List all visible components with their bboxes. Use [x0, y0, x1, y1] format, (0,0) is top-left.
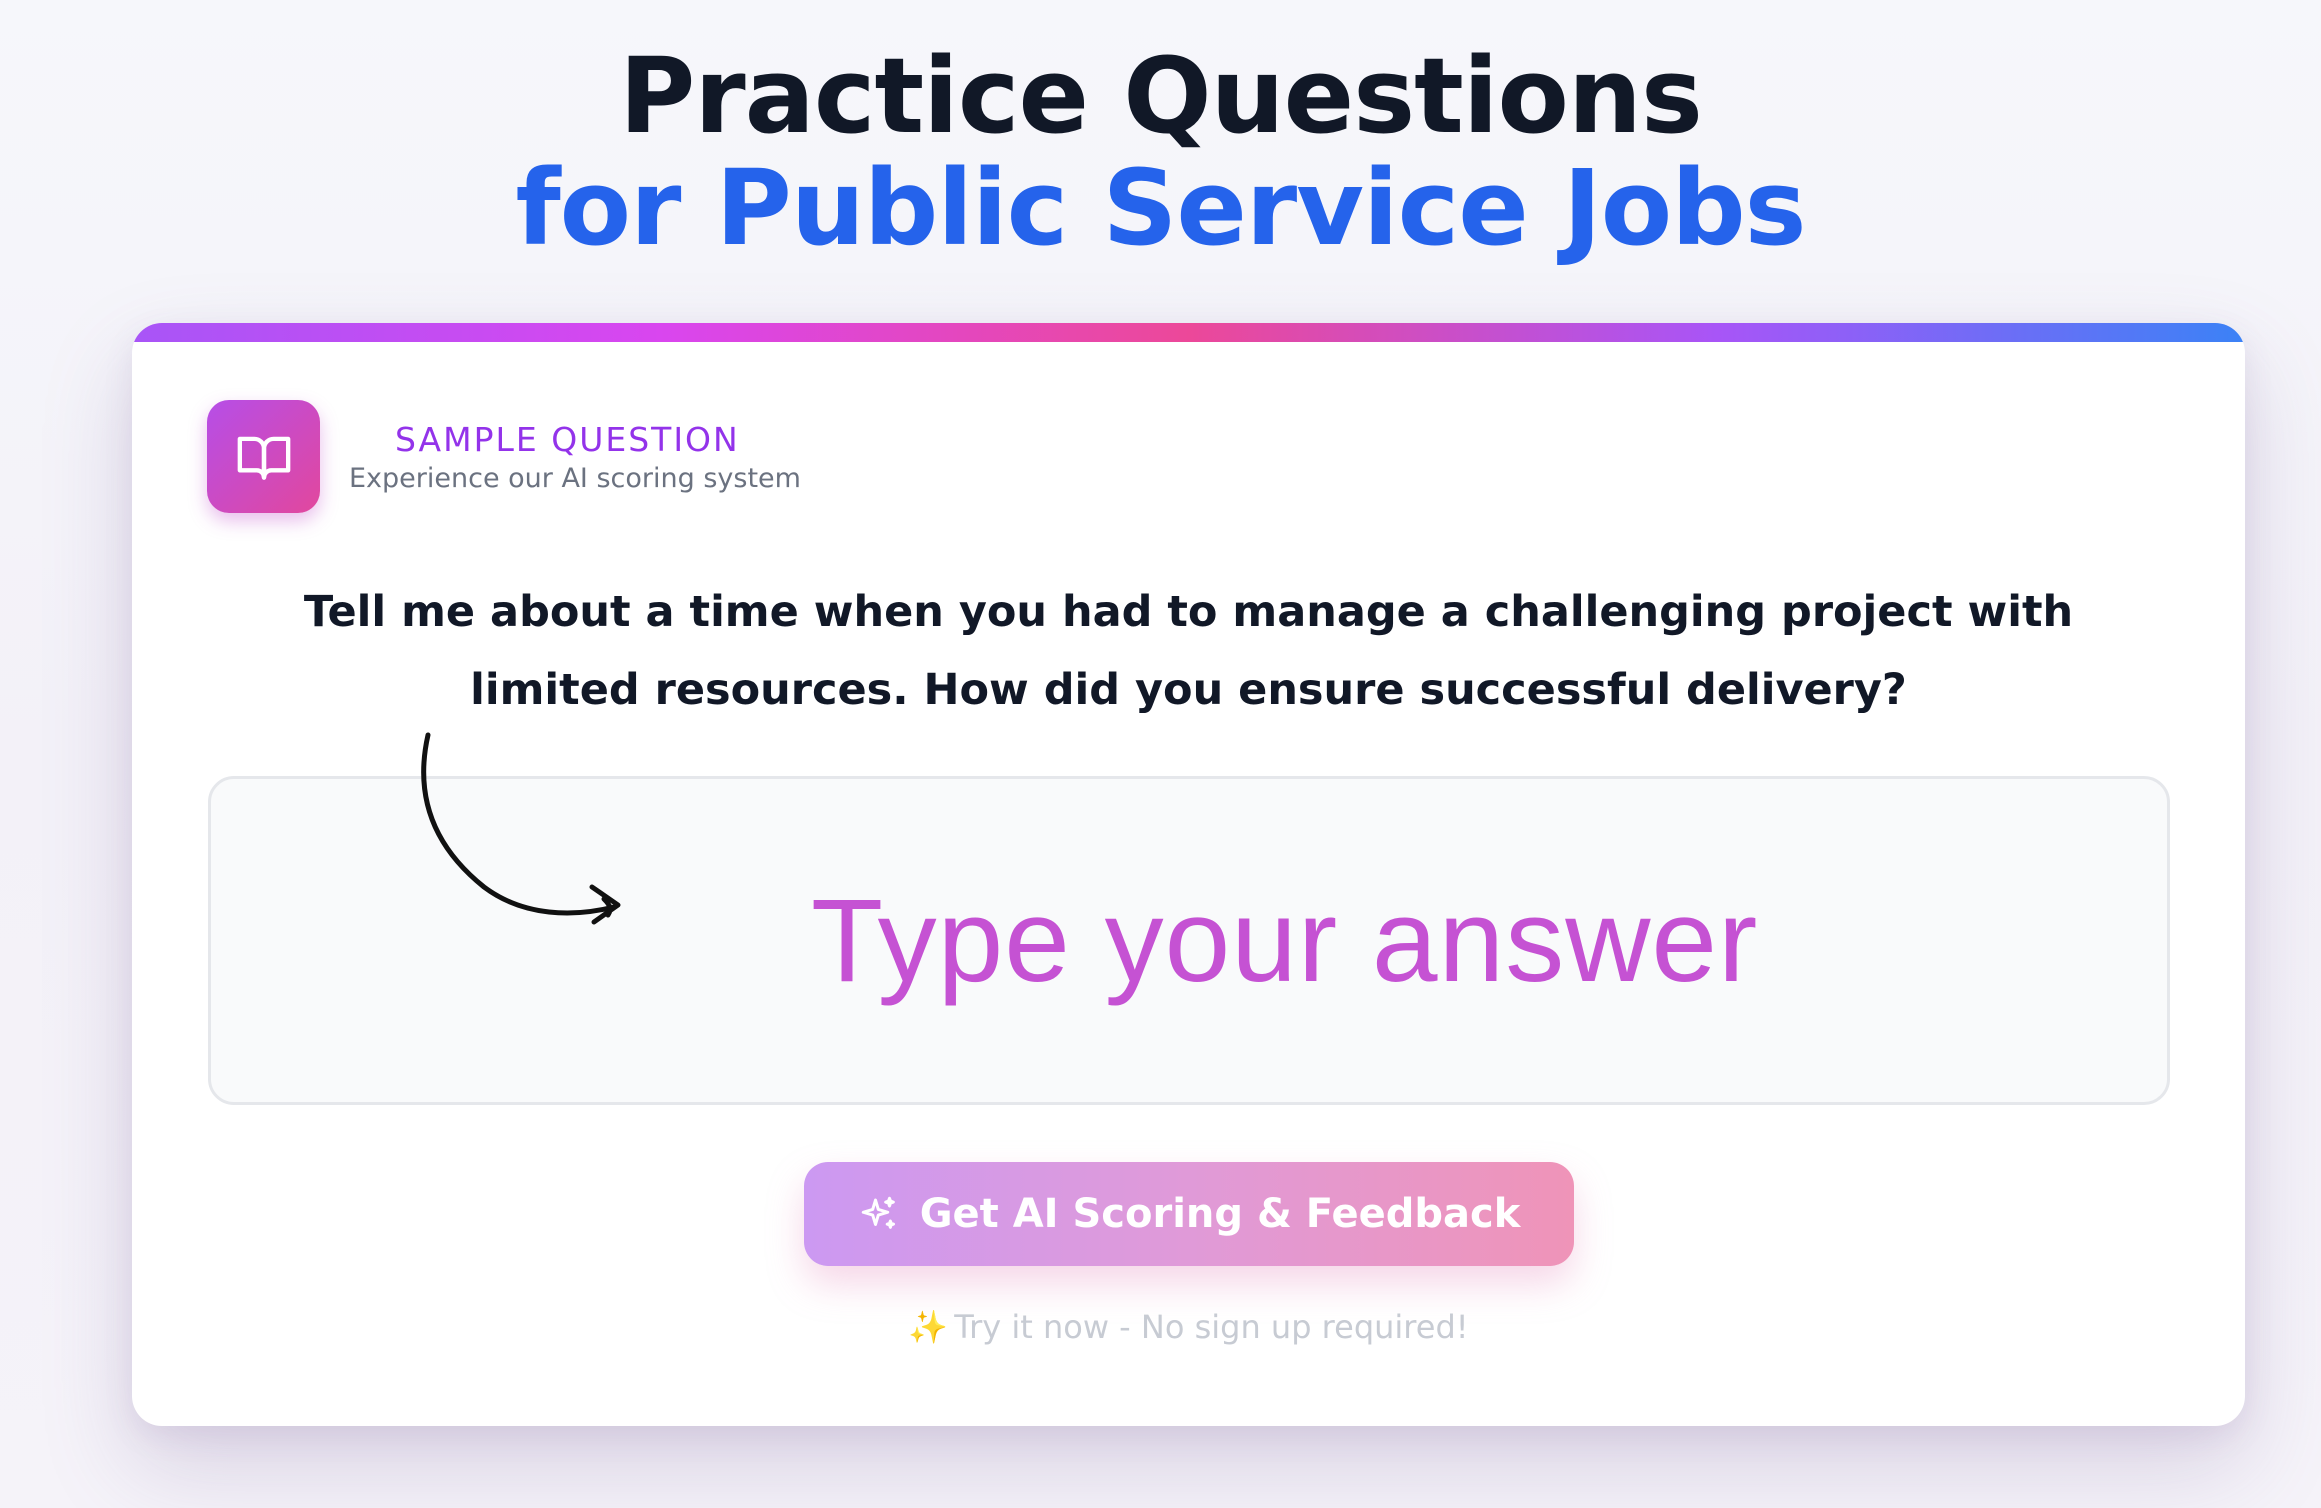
get-ai-scoring-button[interactable]: Get AI Scoring & Feedback	[804, 1162, 1574, 1266]
sparkles-icon	[858, 1193, 900, 1235]
question-text: Tell me about a time when you had to man…	[303, 587, 2074, 715]
card-eyebrow: SAMPLE QUESTION	[395, 420, 740, 459]
sample-question-card: SAMPLE QUESTION Experience our AI scorin…	[132, 323, 2245, 1426]
footnote-text: Try it now - No sign up required!	[954, 1308, 1469, 1346]
footnote: ✨ Try it now - No sign up required!	[132, 1308, 2245, 1346]
page-title: Practice Questions	[619, 35, 1703, 157]
card-eyebrow-subtitle: Experience our AI scoring system	[349, 463, 801, 494]
sparkle-emoji-icon: ✨	[908, 1308, 949, 1346]
book-open-icon	[207, 400, 320, 513]
page-subtitle: for Public Service Jobs	[515, 147, 1806, 269]
curved-arrow-icon	[421, 732, 621, 925]
page-header: Practice Questions for Public Service Jo…	[0, 40, 2321, 264]
cta-label: Get AI Scoring & Feedback	[919, 1191, 1521, 1237]
card-gradient-bar	[132, 323, 2245, 342]
